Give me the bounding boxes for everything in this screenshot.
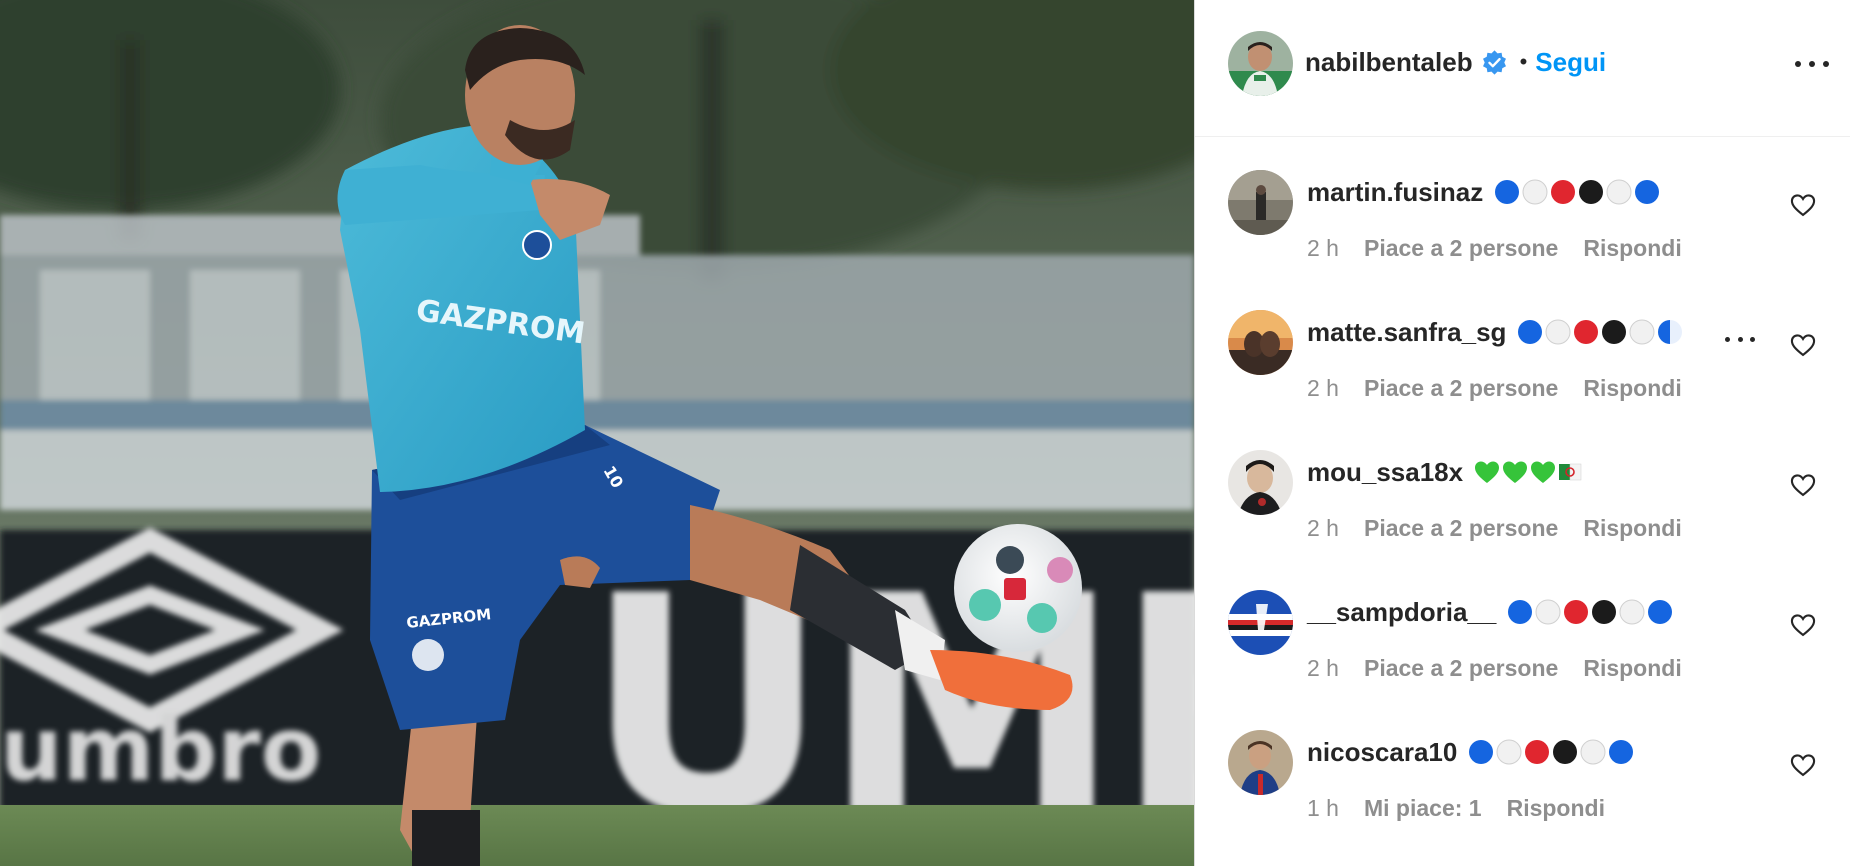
reply-button[interactable]: Rispondi xyxy=(1583,375,1681,402)
commenter-avatar[interactable] xyxy=(1228,590,1293,655)
comment-username[interactable]: __sampdoria__ xyxy=(1307,597,1496,628)
comment-time[interactable]: 2 h xyxy=(1307,515,1339,542)
photo-illustration: umbro UMB xyxy=(0,0,1194,866)
sampdoria-colors-emoji-icons xyxy=(1469,739,1634,765)
ellipsis-dot xyxy=(1750,337,1755,342)
profile-avatar-icon xyxy=(1228,310,1293,375)
profile-avatar-icon xyxy=(1228,730,1293,795)
comment-username[interactable]: nicoscara10 xyxy=(1307,737,1457,768)
comment-item: mou_ssa18x 2 h Piace a 2 persone Rispond… xyxy=(1195,417,1850,557)
more-dot xyxy=(1809,61,1815,67)
comment-likes[interactable]: Piace a 2 persone xyxy=(1364,655,1558,682)
like-heart-icon[interactable] xyxy=(1789,191,1817,219)
comment-meta: 2 h Piace a 2 persone Rispondi xyxy=(1307,235,1682,262)
comment-line: nicoscara10 xyxy=(1307,733,1635,771)
ellipsis-dot xyxy=(1737,337,1743,342)
verified-badge-icon xyxy=(1481,49,1508,76)
profile-avatar-icon xyxy=(1228,170,1293,235)
green-hearts-algeria-flag-icons xyxy=(1475,461,1582,483)
truncated-text-ellipsis-icon[interactable] xyxy=(1725,337,1755,345)
comment-line: mou_ssa18x xyxy=(1307,453,1585,491)
post-photo[interactable]: umbro UMB xyxy=(0,0,1194,866)
sampdoria-colors-emoji-icons xyxy=(1518,319,1683,345)
commenter-avatar[interactable] xyxy=(1228,730,1293,795)
more-dot xyxy=(1795,61,1801,67)
more-dot xyxy=(1823,61,1829,67)
commenter-avatar[interactable] xyxy=(1228,450,1293,515)
post-header: nabilbentaleb • Segui xyxy=(1195,0,1850,137)
reply-button[interactable]: Rispondi xyxy=(1583,655,1681,682)
comment-item: nicoscara10 1 h Mi piace: 1 Rispondi xyxy=(1195,697,1850,837)
comment-time[interactable]: 2 h xyxy=(1307,235,1339,262)
club-crest-avatar-icon xyxy=(1228,590,1293,655)
comment-emojis xyxy=(1493,178,1661,206)
comment-item: __sampdoria__ 2 h Piace a 2 persone Risp… xyxy=(1195,557,1850,697)
owner-avatar[interactable] xyxy=(1228,31,1293,96)
more-options-icon[interactable] xyxy=(1795,52,1829,76)
follow-button[interactable]: Segui xyxy=(1535,47,1606,78)
commenter-avatar[interactable] xyxy=(1228,170,1293,235)
reply-button[interactable]: Rispondi xyxy=(1583,235,1681,262)
comment-username[interactable]: martin.fusinaz xyxy=(1307,177,1483,208)
comment-item: matte.sanfra_sg 2 h Piace a 2 persone Ri… xyxy=(1195,277,1850,417)
profile-avatar-icon xyxy=(1228,31,1293,96)
comment-likes[interactable]: Piace a 2 persone xyxy=(1364,235,1558,262)
comment-likes[interactable]: Mi piace: 1 xyxy=(1364,795,1482,822)
comment-emojis xyxy=(1473,458,1585,486)
football xyxy=(954,524,1082,652)
comment-username[interactable]: mou_ssa18x xyxy=(1307,457,1463,488)
reply-button[interactable]: Rispondi xyxy=(1507,795,1605,822)
comment-meta: 2 h Piace a 2 persone Rispondi xyxy=(1307,515,1682,542)
post-owner: nabilbentaleb • Segui xyxy=(1305,44,1606,80)
sampdoria-colors-emoji-icons xyxy=(1495,179,1660,205)
like-heart-icon[interactable] xyxy=(1789,331,1817,359)
like-heart-icon[interactable] xyxy=(1789,611,1817,639)
like-heart-icon[interactable] xyxy=(1789,751,1817,779)
comment-username[interactable]: matte.sanfra_sg xyxy=(1307,317,1506,348)
owner-username[interactable]: nabilbentaleb xyxy=(1305,47,1473,78)
like-heart-icon[interactable] xyxy=(1789,471,1817,499)
comment-emojis xyxy=(1516,318,1684,346)
sampdoria-colors-emoji-icons xyxy=(1508,599,1673,625)
comment-time[interactable]: 2 h xyxy=(1307,655,1339,682)
comment-emojis xyxy=(1506,598,1674,626)
header-separator: • xyxy=(1519,49,1528,74)
comment-meta: 2 h Piace a 2 persone Rispondi xyxy=(1307,375,1682,402)
instagram-post: umbro UMB xyxy=(0,0,1850,866)
reply-button[interactable]: Rispondi xyxy=(1583,515,1681,542)
comment-line: __sampdoria__ xyxy=(1307,593,1674,631)
comment-emojis xyxy=(1467,738,1635,766)
commenter-avatar[interactable] xyxy=(1228,310,1293,375)
comment-likes[interactable]: Piace a 2 persone xyxy=(1364,515,1558,542)
profile-avatar-icon xyxy=(1228,450,1293,515)
comments-list: martin.fusinaz 2 h Piace a 2 persone Ris… xyxy=(1195,137,1850,866)
comment-time[interactable]: 1 h xyxy=(1307,795,1339,822)
post-details-panel: nabilbentaleb • Segui martin.fusinaz 2 h… xyxy=(1194,0,1850,866)
comment-likes[interactable]: Piace a 2 persone xyxy=(1364,375,1558,402)
comment-time[interactable]: 2 h xyxy=(1307,375,1339,402)
comment-meta: 2 h Piace a 2 persone Rispondi xyxy=(1307,655,1682,682)
comment-line: matte.sanfra_sg xyxy=(1307,313,1684,351)
comment-line: martin.fusinaz xyxy=(1307,173,1661,211)
comment-item: martin.fusinaz 2 h Piace a 2 persone Ris… xyxy=(1195,137,1850,277)
comment-meta: 1 h Mi piace: 1 Rispondi xyxy=(1307,795,1605,822)
svg-text:umbro: umbro xyxy=(0,698,321,801)
ellipsis-dot xyxy=(1725,337,1730,342)
